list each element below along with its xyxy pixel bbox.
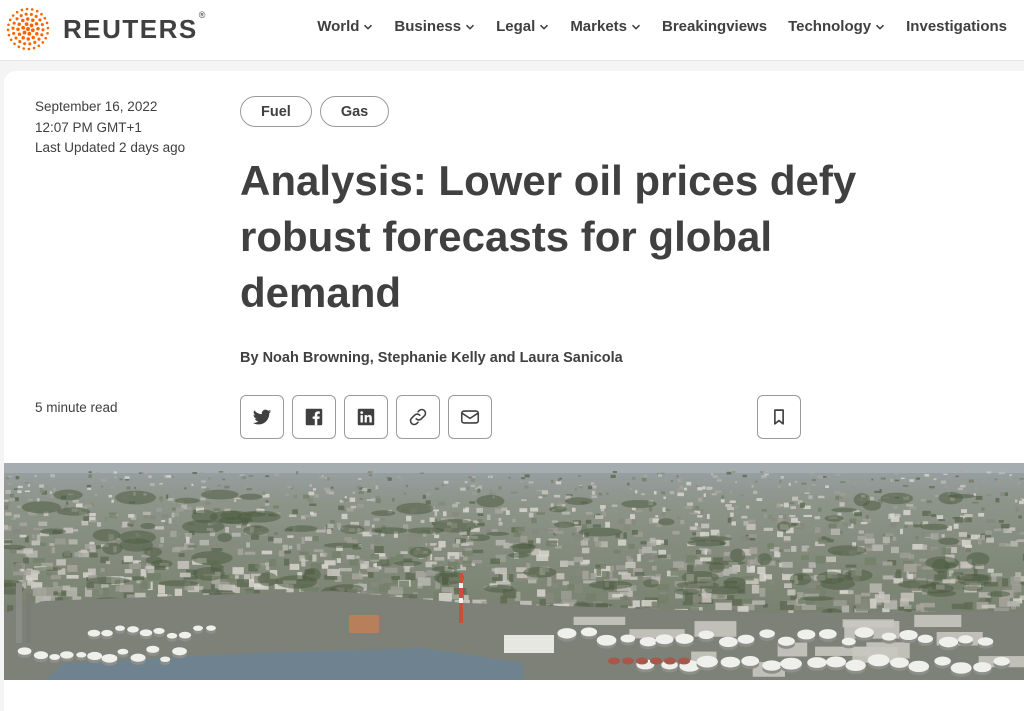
bookmark-icon bbox=[774, 409, 784, 425]
email-icon bbox=[460, 410, 480, 424]
nav-item-world[interactable]: World bbox=[317, 18, 373, 35]
nav-item-markets[interactable]: Markets bbox=[570, 18, 641, 35]
article-headline: Analysis: Lower oil prices defy robust f… bbox=[240, 157, 857, 316]
tag-gas[interactable]: Gas bbox=[319, 96, 390, 127]
share-email-button[interactable] bbox=[448, 395, 492, 439]
copy-link-button[interactable] bbox=[396, 395, 440, 439]
topic-tags: Fuel Gas bbox=[240, 96, 390, 127]
nav-item-legal[interactable]: Legal bbox=[496, 18, 549, 35]
top-navigation-bar: REUTERS® World Business Legal Markets Breaki… bbox=[0, 0, 1024, 61]
share-facebook-button[interactable] bbox=[292, 395, 336, 439]
nav-item-label: Business bbox=[394, 18, 462, 35]
nav-item-label: Legal bbox=[496, 18, 536, 35]
bookmark-button[interactable] bbox=[757, 395, 801, 439]
chevron-down-icon bbox=[364, 24, 373, 30]
nav-item-investigations[interactable]: Investigations bbox=[906, 18, 1007, 35]
reuters-wordmark: REUTERS® bbox=[63, 9, 207, 44]
nav-item-label: Investigations bbox=[906, 18, 1007, 35]
aerial-industrial-city-image bbox=[4, 463, 1024, 680]
chevron-down-icon bbox=[540, 24, 549, 30]
nav-item-technology[interactable]: Technology bbox=[788, 18, 885, 35]
main-nav: World Business Legal Markets Breakingviews Te… bbox=[296, 18, 1007, 35]
nav-item-label: Markets bbox=[570, 18, 628, 35]
share-twitter-button[interactable] bbox=[240, 395, 284, 439]
publish-time: 12:07 PM GMT+1 bbox=[35, 119, 142, 135]
read-time: 5 minute read bbox=[35, 400, 118, 415]
link-icon bbox=[409, 408, 427, 426]
last-updated: Last Updated 2 days ago bbox=[35, 140, 186, 155]
chevron-down-icon bbox=[876, 24, 885, 30]
nav-item-label: World bbox=[317, 18, 360, 35]
article-meta: September 16, 2022 12:07 PM GMT+1 Last U… bbox=[35, 97, 185, 159]
reuters-logo[interactable]: REUTERS® bbox=[5, 6, 207, 52]
nav-item-business[interactable]: Business bbox=[394, 18, 475, 35]
share-bar bbox=[240, 395, 492, 439]
nav-item-breakingviews[interactable]: Breakingviews bbox=[662, 18, 767, 35]
linkedin-icon bbox=[357, 408, 375, 426]
hero-photo[interactable] bbox=[4, 463, 1024, 680]
twitter-icon bbox=[252, 409, 272, 425]
facebook-icon bbox=[305, 408, 323, 426]
publish-date: September 16, 2022 bbox=[35, 99, 158, 114]
nav-item-label: Technology bbox=[788, 18, 872, 35]
nav-item-label: Breakingviews bbox=[662, 18, 768, 35]
reuters-logo-icon bbox=[6, 7, 50, 51]
share-linkedin-button[interactable] bbox=[344, 395, 388, 439]
chevron-down-icon bbox=[466, 24, 475, 30]
tag-fuel[interactable]: Fuel bbox=[240, 96, 312, 127]
article-byline: By Noah Browning, Stephanie Kelly and La… bbox=[240, 350, 623, 366]
chevron-down-icon bbox=[631, 24, 641, 30]
